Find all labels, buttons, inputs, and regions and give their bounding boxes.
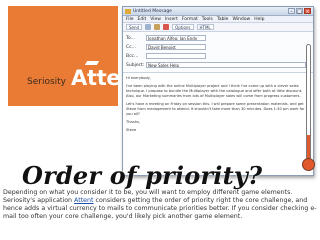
- close-button[interactable]: ×: [304, 8, 311, 15]
- menu-item-tools[interactable]: Tools: [202, 17, 213, 22]
- menu-item-format[interactable]: Format: [182, 17, 198, 22]
- minimize-button[interactable]: –: [288, 8, 295, 15]
- body-paragraph: Thanks,: [126, 120, 141, 124]
- menu-item-help[interactable]: Help: [254, 17, 264, 22]
- menu-item-insert[interactable]: Insert: [165, 17, 178, 22]
- body-paragraph: Let's have a meeting on Friday on sessio…: [126, 102, 305, 116]
- menu-item-file[interactable]: File: [126, 17, 134, 22]
- options-button[interactable]: Options: [172, 24, 194, 30]
- attach-icon[interactable]: [145, 24, 152, 30]
- window-titlebar: Untitled Message – □ ×: [123, 7, 313, 16]
- subject-label: Subject:: [126, 62, 145, 68]
- to-field[interactable]: Jonathan Alfeo; Ian Endy: [146, 35, 206, 41]
- menu-item-edit[interactable]: Edit: [138, 17, 147, 22]
- gauge-tube: [306, 44, 311, 162]
- envelope-icon: [125, 8, 131, 14]
- send-button[interactable]: Send: [126, 24, 143, 30]
- to-label[interactable]: To...: [126, 36, 146, 41]
- window-controls: – □ ×: [288, 8, 311, 15]
- cc-label[interactable]: Cc...: [126, 45, 146, 50]
- brand-panel: Seriosity Attent: [8, 6, 145, 106]
- address-fields: To... Jonathan Alfeo; Ian Endy Cc... Dav…: [123, 32, 313, 73]
- brand-accent-mark: [84, 61, 100, 65]
- bcc-field[interactable]: [146, 53, 206, 59]
- body-paragraph: I've been playing with the online Multip…: [126, 84, 303, 98]
- address-book-icon[interactable]: [154, 24, 161, 30]
- toolbar: Send Options HTML: [123, 23, 313, 32]
- format-html-button[interactable]: HTML: [196, 24, 214, 30]
- window-title: Untitled Message: [133, 8, 172, 14]
- attent-link[interactable]: Attent: [74, 197, 93, 204]
- body-paragraph: Steve: [126, 128, 137, 132]
- bcc-label[interactable]: Bcc...: [126, 54, 146, 59]
- menu-item-window[interactable]: Window: [232, 17, 250, 22]
- menu-bar: File Edit View Insert Format Tools Table…: [123, 16, 313, 23]
- slide-caption: Depending on what you consider it to be,…: [3, 189, 317, 221]
- bcc-row: Bcc...: [126, 52, 310, 60]
- cc-field[interactable]: David Benoist: [146, 44, 206, 50]
- slide: Seriosity Attent Untitled Message – □ × …: [0, 0, 320, 240]
- menu-item-table[interactable]: Table: [217, 17, 229, 22]
- subject-field[interactable]: New Sales Help: [146, 62, 306, 68]
- slide-heading: Order of priority?: [22, 161, 263, 190]
- thermometer-bulb-icon: [302, 158, 315, 171]
- menu-item-view[interactable]: View: [150, 17, 161, 22]
- body-paragraph: Hi everybody,: [126, 76, 152, 80]
- priority-gauge[interactable]: [302, 44, 315, 172]
- to-row: To... Jonathan Alfeo; Ian Endy: [126, 34, 310, 42]
- maximize-button[interactable]: □: [296, 8, 303, 15]
- subject-row: Subject: New Sales Help: [126, 61, 310, 69]
- cc-row: Cc... David Benoist: [126, 43, 310, 51]
- flag-icon[interactable]: [163, 24, 170, 30]
- brand-name-small: Seriosity: [27, 77, 67, 87]
- message-body[interactable]: Hi everybody, I've been playing with the…: [123, 73, 313, 139]
- email-compose-window: Untitled Message – □ × File Edit View In…: [122, 6, 314, 176]
